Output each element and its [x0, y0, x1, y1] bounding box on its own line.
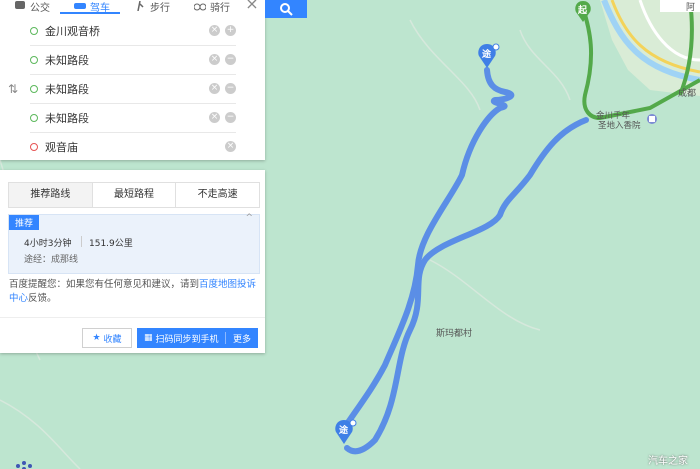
tab-bike-label: 骑行 — [210, 2, 230, 13]
route-option-tabs: 推荐路线 最短路程 不走高速 — [8, 182, 260, 208]
town-label: 成都 — [678, 89, 697, 99]
waypoint-panel: 公交 驾车 步行 骑行 × ⇅ 金川观音桥 × + 未知路段 × − 未知路段 … — [0, 0, 265, 160]
recommended-badge: 推荐 — [9, 215, 40, 230]
collapse-icon[interactable]: ^ — [245, 213, 253, 223]
route-plan-card[interactable]: 推荐 ^ 4小时3分钟 151.9公里 途经：成那线 — [8, 213, 260, 274]
via-marker-2-label: 途 — [339, 426, 349, 436]
bike-icon — [193, 1, 207, 11]
tip-suffix: 反馈。 — [28, 293, 57, 304]
tab-bus[interactable]: 公交 — [0, 0, 60, 12]
tip-prefix: 百度提醒您：如果您有任何意见和建议，请到 — [9, 279, 200, 290]
village-label: 斯玛都村 — [436, 329, 473, 339]
scan-sync-button[interactable]: ▦ 扫码同步到手机 更多 — [137, 328, 258, 348]
remove-icon[interactable]: × — [209, 83, 220, 94]
remove-icon[interactable]: × — [209, 112, 220, 123]
remove-icon[interactable]: × — [225, 141, 236, 152]
waypoint-via-3[interactable]: 未知路段 × − — [30, 103, 236, 133]
poi-label: 金川千年 — [596, 110, 631, 121]
waypoint-via-1[interactable]: 未知路段 × − — [30, 45, 236, 75]
waypoint-start-label: 金川观音桥 — [45, 24, 100, 38]
waypoint-end[interactable]: 观音庙 × — [30, 132, 236, 161]
svg-text:圣地入香院: 圣地入香院 — [598, 120, 641, 131]
waypoint-via-1-label: 未知路段 — [45, 53, 89, 67]
minus-icon[interactable]: − — [225, 83, 236, 94]
start-marker-label: 起 — [578, 6, 588, 16]
corner-label: 阿 — [686, 3, 696, 13]
poi-pin-icon — [647, 114, 657, 124]
tab-recommended[interactable]: 推荐路线 — [9, 183, 93, 207]
add-icon[interactable]: + — [225, 25, 236, 36]
walk-icon — [134, 0, 146, 12]
tab-walk-label: 步行 — [150, 2, 170, 13]
watermark: 汽车之家 — [648, 456, 688, 467]
tab-car[interactable]: 驾车 — [60, 0, 120, 14]
waypoint-via-3-label: 未知路段 — [45, 111, 89, 125]
favorite-button[interactable]: ★ 收藏 — [82, 328, 132, 348]
travel-mode-tabs: 公交 驾车 步行 骑行 — [0, 0, 240, 14]
via-marker-1-label: 途 — [482, 50, 492, 60]
tab-car-label: 驾车 — [90, 2, 110, 14]
car-icon — [74, 1, 86, 11]
minus-icon[interactable]: − — [225, 112, 236, 123]
tab-bike[interactable]: 骑行 — [180, 0, 240, 12]
tab-bus-label: 公交 — [30, 2, 50, 13]
via-dot-icon — [30, 55, 38, 64]
close-icon[interactable]: × — [240, 0, 264, 14]
star-icon: ★ — [92, 333, 101, 343]
feedback-tip: 百度提醒您：如果您有任何意见和建议，请到百度地图投诉中心反馈。 — [9, 278, 259, 306]
search-icon — [280, 3, 293, 16]
tab-no-highway[interactable]: 不走高速 — [176, 183, 259, 207]
via-dot-icon — [30, 84, 38, 93]
bus-icon — [14, 1, 26, 11]
more-button[interactable]: 更多 — [226, 332, 258, 345]
favorite-label: 收藏 — [103, 334, 122, 345]
start-dot-icon — [30, 26, 38, 35]
waypoint-start[interactable]: 金川观音桥 × + — [30, 16, 236, 46]
end-dot-icon — [30, 142, 38, 151]
panel-divider — [0, 317, 265, 318]
tab-walk[interactable]: 步行 — [120, 0, 180, 12]
waypoint-via-2[interactable]: 未知路段 × − — [30, 74, 236, 104]
swap-icon[interactable]: ⇅ — [8, 82, 18, 96]
route-distance: 151.9公里 — [89, 239, 133, 249]
tab-shortest[interactable]: 最短路程 — [93, 183, 177, 207]
scan-label: 扫码同步到手机 — [155, 334, 219, 345]
route-via: 途经：成那线 — [24, 255, 79, 265]
search-button[interactable] — [265, 0, 307, 18]
remove-icon[interactable]: × — [209, 25, 220, 36]
via-dot-icon — [30, 113, 38, 122]
waypoint-end-label: 观音庙 — [45, 140, 78, 154]
qr-code-icon: ▦ — [144, 333, 153, 343]
waypoint-via-2-label: 未知路段 — [45, 82, 89, 96]
remove-icon[interactable]: × — [209, 54, 220, 65]
divider — [81, 236, 82, 247]
scan-sync-area[interactable]: ▦ 扫码同步到手机 — [137, 332, 225, 345]
minus-icon[interactable]: − — [225, 54, 236, 65]
route-panel: 推荐路线 最短路程 不走高速 推荐 ^ 4小时3分钟 151.9公里 途经：成那… — [0, 170, 265, 353]
route-duration: 4小时3分钟 — [24, 239, 72, 249]
